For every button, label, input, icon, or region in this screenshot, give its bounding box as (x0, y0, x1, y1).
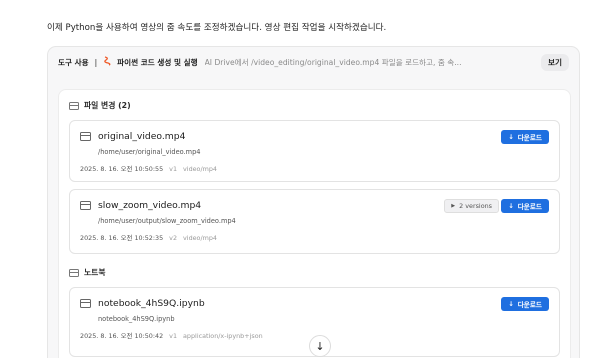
download-button[interactable]: ↓ 다운로드 (501, 199, 549, 213)
tool-use-header[interactable]: 도구 사용 | 파이썬 코드 생성 및 실행 AI Drive에서 /video… (48, 47, 579, 78)
file-mime: application/x-ipynb+json (183, 332, 263, 340)
view-button[interactable]: 보기 (541, 54, 569, 71)
file-meta: 2025. 8. 16. 오전 10:52:35 v2 video/mp4 (80, 233, 217, 242)
download-icon: ↓ (508, 300, 514, 308)
download-button[interactable]: ↓ 다운로드 (501, 130, 549, 144)
file-icon (80, 201, 91, 210)
file-icon (80, 299, 91, 308)
scroll-down-button[interactable]: ↓ (309, 335, 331, 357)
file-path: /home/user/output/slow_zoom_video.mp4 (98, 217, 236, 225)
file-meta: 2025. 8. 16. 오전 10:50:42 v1 application/x-… (80, 331, 263, 340)
file-icon (80, 132, 91, 141)
download-button[interactable]: ↓ 다운로드 (501, 297, 549, 311)
file-title: notebook_4hS9Q.ipynb (80, 298, 205, 309)
arrow-down-icon: ↓ (315, 339, 325, 353)
file-changes-title: 파일 변경 (2) (84, 101, 131, 110)
download-label: 다운로드 (517, 301, 542, 309)
file-path: notebook_4hS9Q.ipynb (98, 315, 175, 323)
file-path: /home/user/original_video.mp4 (98, 148, 201, 156)
file-mime: video/mp4 (183, 165, 217, 173)
file-name[interactable]: notebook_4hS9Q.ipynb (98, 298, 205, 309)
file-date: 2025. 8. 16. 오전 10:52:35 (80, 234, 164, 242)
file-date: 2025. 8. 16. 오전 10:50:55 (80, 165, 164, 173)
assistant-message: 이제 Python을 사용하여 영상의 줌 속도를 조정하겠습니다. 영상 편집… (47, 23, 387, 33)
folder-icon (69, 101, 79, 110)
file-changes-container: 파일 변경 (2) original_video.mp4 /home/user/… (58, 89, 571, 358)
file-version: v1 (169, 165, 178, 173)
versions-label: 2 versions (459, 202, 492, 210)
header-separator: | (94, 58, 98, 67)
notebook-header: 노트북 (69, 267, 106, 278)
code-tool-icon (103, 56, 112, 69)
download-label: 다운로드 (517, 134, 542, 142)
file-title: slow_zoom_video.mp4 (80, 200, 201, 211)
folder-icon (69, 268, 79, 277)
file-date: 2025. 8. 16. 오전 10:50:42 (80, 332, 164, 340)
tool-name: 파이썬 코드 생성 및 실행 (117, 58, 198, 67)
triangle-right-icon: ▶ (451, 203, 456, 209)
file-name[interactable]: slow_zoom_video.mp4 (98, 200, 201, 211)
download-icon: ↓ (508, 133, 514, 141)
download-label: 다운로드 (517, 203, 542, 211)
file-meta: 2025. 8. 16. 오전 10:50:55 v1 video/mp4 (80, 164, 217, 173)
file-changes-header: 파일 변경 (2) (69, 100, 131, 111)
file-mime: video/mp4 (183, 234, 217, 242)
tool-description: AI Drive에서 /video_editing/original_video… (204, 58, 462, 67)
notebook-title: 노트북 (84, 268, 106, 277)
tool-use-panel: 도구 사용 | 파이썬 코드 생성 및 실행 AI Drive에서 /video… (47, 46, 580, 358)
file-name[interactable]: original_video.mp4 (98, 131, 185, 142)
versions-button[interactable]: ▶ 2 versions (444, 199, 499, 213)
download-icon: ↓ (508, 202, 514, 210)
file-version: v1 (169, 332, 178, 340)
tool-use-label: 도구 사용 (58, 58, 89, 67)
file-card: slow_zoom_video.mp4 /home/user/output/sl… (69, 189, 560, 254)
file-card: original_video.mp4 /home/user/original_v… (69, 120, 560, 182)
file-version: v2 (169, 234, 178, 242)
file-title: original_video.mp4 (80, 131, 185, 142)
